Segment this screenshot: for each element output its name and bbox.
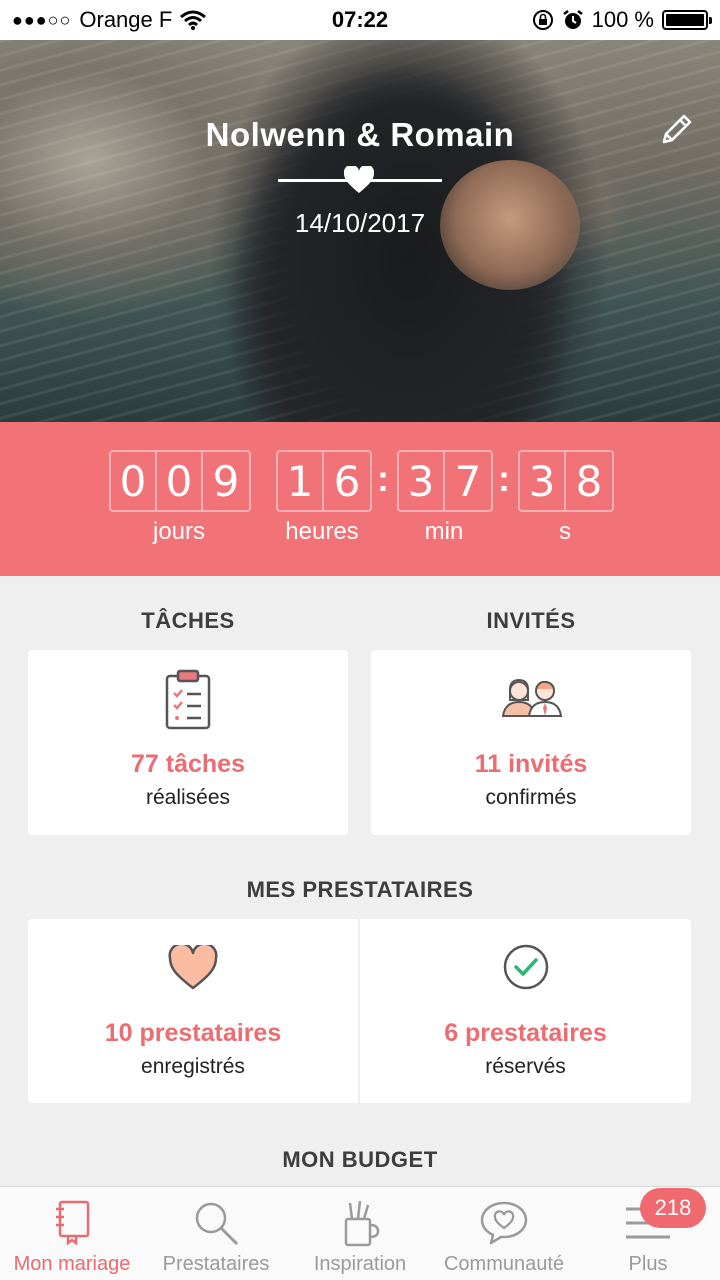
tab-bar: Mon mariage Prestataires Inspiration Com… xyxy=(0,1186,720,1280)
saved-vendors-count: 10 prestataires xyxy=(104,1019,282,1047)
status-bar: ●●●○○ Orange F 07:22 100 % xyxy=(0,0,720,40)
countdown-hours-label: heures xyxy=(285,518,359,545)
tab-label: Prestataires xyxy=(162,1253,270,1275)
countdown-hours: 1 6 xyxy=(276,450,372,512)
signal-strength: ●●●○○ xyxy=(12,9,72,30)
countdown-separator: : xyxy=(377,458,389,499)
pencil-cup-icon xyxy=(344,1200,380,1247)
wedding-countdown: 0 0 9 1 6 : 3 7 : 3 8 xyxy=(0,422,720,576)
carrier-name: Orange F xyxy=(79,7,173,32)
saved-vendors-card[interactable]: 10 prestataires enregistrés xyxy=(28,919,358,1103)
heart-icon xyxy=(344,166,374,193)
status-left: ●●●○○ Orange F xyxy=(12,7,207,33)
countdown-digit: 7 xyxy=(454,456,482,506)
countdown-minutes-label: min xyxy=(424,518,464,545)
countdown-days-label: jours xyxy=(152,518,206,545)
wifi-icon xyxy=(180,10,207,30)
countdown-minutes: 3 7 xyxy=(397,450,493,512)
chat-heart-icon xyxy=(480,1201,528,1245)
countdown-digit: 1 xyxy=(278,452,324,510)
booked-vendors-card[interactable]: 6 prestataires réservés xyxy=(360,919,691,1103)
search-icon xyxy=(195,1202,239,1246)
tab-communaute[interactable]: Communauté xyxy=(432,1187,576,1280)
tasks-label: réalisées xyxy=(145,786,231,809)
tasks-card[interactable]: 77 tâches réalisées xyxy=(28,650,348,835)
tasks-count: 77 tâches xyxy=(131,750,245,778)
tab-mon-mariage[interactable]: Mon mariage xyxy=(0,1187,144,1280)
alarm-icon xyxy=(562,10,583,29)
countdown-separator: : xyxy=(498,458,510,499)
tab-label: Communauté xyxy=(443,1253,565,1275)
hero-photo: Nolwenn & Romain 14/10/2017 xyxy=(0,40,720,422)
tab-inspiration[interactable]: Inspiration xyxy=(288,1187,432,1280)
battery-percent: 100 % xyxy=(591,7,654,32)
tab-label: Inspiration xyxy=(313,1253,407,1275)
couple-guests-icon xyxy=(501,678,563,717)
battery-icon xyxy=(662,10,712,30)
check-circle-icon xyxy=(503,944,548,990)
countdown-digit: 0 xyxy=(111,452,157,510)
heart-divider xyxy=(278,166,442,196)
rotation-lock-icon xyxy=(532,10,553,30)
countdown-digit: 3 xyxy=(399,452,445,510)
guests-label: confirmés xyxy=(485,786,577,809)
heart-icon xyxy=(168,945,218,990)
status-right: 100 % xyxy=(532,7,712,33)
budget-heading: MON BUDGET xyxy=(282,1147,438,1172)
booked-vendors-count: 6 prestataires xyxy=(444,1019,607,1047)
countdown-digit: 3 xyxy=(520,452,566,510)
countdown-digit: 6 xyxy=(333,456,361,506)
booked-vendors-label: réservés xyxy=(485,1055,566,1078)
clipboard-checklist-icon xyxy=(165,669,211,730)
guests-card[interactable]: 11 invités confirmés xyxy=(371,650,691,835)
countdown-seconds: 3 8 xyxy=(518,450,614,512)
countdown-digit: 0 xyxy=(157,452,203,510)
vendors-heading: MES PRESTATAIRES xyxy=(246,877,474,902)
pencil-icon[interactable] xyxy=(658,112,694,148)
couple-names: Nolwenn & Romain xyxy=(205,116,515,153)
notebook-icon xyxy=(56,1200,90,1245)
guests-count: 11 invités xyxy=(474,750,588,778)
wedding-date: 14/10/2017 xyxy=(294,208,426,238)
saved-vendors-label: enregistrés xyxy=(141,1055,245,1078)
guests-heading: INVITÉS xyxy=(486,608,576,633)
tab-label: Mon mariage xyxy=(13,1253,131,1275)
tab-prestataires[interactable]: Prestataires xyxy=(144,1187,288,1280)
countdown-digit: 9 xyxy=(212,456,240,506)
tasks-heading: TÂCHES xyxy=(141,608,235,633)
notification-badge: 218 xyxy=(640,1188,706,1228)
countdown-digit: 8 xyxy=(575,456,603,506)
tab-label: Plus xyxy=(628,1253,668,1275)
countdown-days: 0 0 9 xyxy=(109,450,251,512)
countdown-seconds-label: s xyxy=(559,518,571,545)
